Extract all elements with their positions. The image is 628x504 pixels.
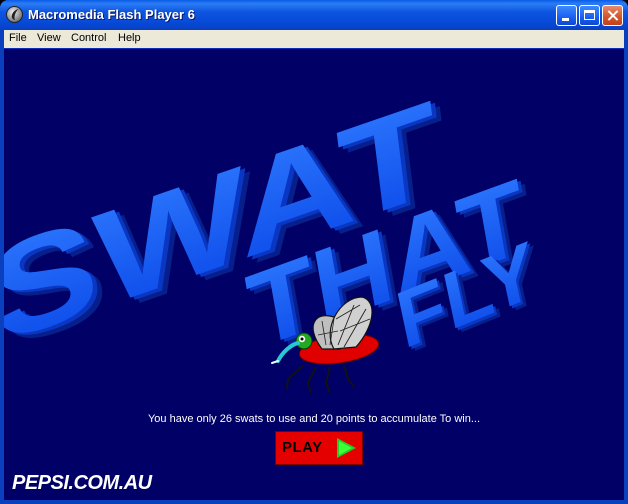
menu-bar: File View Control Help: [4, 30, 624, 48]
title-bar[interactable]: Macromedia Flash Player 6: [0, 0, 628, 30]
window-frame-right: [624, 30, 628, 504]
play-button-label: PLAY: [282, 439, 323, 456]
menu-view[interactable]: View: [37, 32, 61, 44]
menu-file[interactable]: File: [9, 32, 27, 44]
flash-player-icon[interactable]: [6, 6, 23, 23]
menu-help[interactable]: Help: [118, 32, 141, 44]
close-button[interactable]: [602, 5, 623, 26]
menu-control[interactable]: Control: [71, 32, 106, 44]
play-button[interactable]: PLAY: [275, 431, 363, 465]
maximize-button[interactable]: [579, 5, 600, 26]
flash-stage[interactable]: SWAT SWAT SWAT THAT THAT THAT FLY FLY FL…: [4, 49, 624, 500]
window-frame-left: [0, 30, 4, 504]
window-frame-bottom: [0, 500, 628, 504]
brand-text: PEPSI.COM.AU: [12, 472, 152, 494]
minimize-button[interactable]: [556, 5, 577, 26]
instructions-text: You have only 26 swats to use and 20 poi…: [147, 413, 481, 425]
flash-player-window: Macromedia Flash Player 6 File View Cont…: [0, 0, 628, 504]
play-arrow-icon: [337, 438, 356, 458]
window-title: Macromedia Flash Player 6: [28, 7, 195, 22]
pepsi-brand-logo[interactable]: PEPSI.COM.AU: [12, 472, 152, 495]
